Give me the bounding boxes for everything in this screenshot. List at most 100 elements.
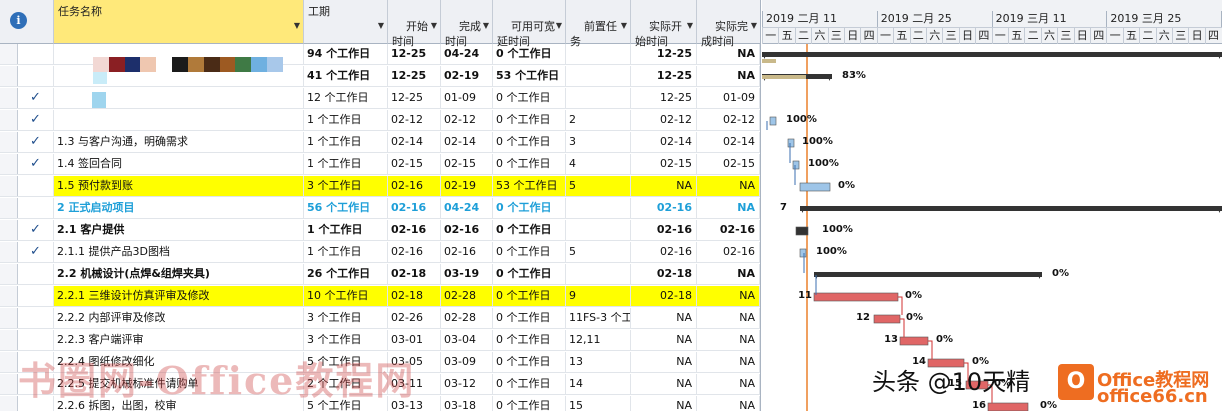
column-header-predecessors[interactable]: 前置任 务 ▼ — [566, 0, 631, 48]
column-header-slack[interactable]: 可用可宽 延时间 ▼ — [493, 0, 566, 48]
row-indicator[interactable] — [0, 66, 18, 86]
cell-start[interactable]: 12-25 — [388, 44, 441, 64]
task-row[interactable]: ✓ 1.3 与客户沟通，明确需求 1 个工作日 02-14 02-14 0 个工作日 3 02… — [0, 132, 760, 153]
row-indicator[interactable] — [0, 154, 18, 174]
cell-finish[interactable]: 04-24 — [441, 198, 493, 218]
cell-name[interactable]: 2.2.3 客户端评审 — [54, 330, 304, 350]
cell-slack[interactable]: 0 个工作日 — [493, 198, 566, 218]
cell-slack[interactable]: 0 个工作日 — [493, 374, 566, 394]
cell-actual-start[interactable]: 02-16 — [631, 220, 697, 240]
cell-actual-start[interactable]: 02-18 — [631, 264, 697, 284]
cell-actual-finish[interactable]: NA — [697, 66, 760, 86]
cell-actual-start[interactable]: 02-16 — [631, 198, 697, 218]
task-row[interactable]: 1.5 预付款到账 3 个工作日 02-16 02-19 53 个工作日 5 NA NA — [0, 176, 760, 197]
indicator-header[interactable]: i — [0, 0, 54, 44]
cell-name[interactable]: 2.2.1 三维设计仿真评审及修改 — [54, 286, 304, 306]
cell-pred[interactable]: 14 — [566, 374, 631, 394]
cell-pred[interactable]: 13 — [566, 352, 631, 372]
cell-pred[interactable] — [566, 44, 631, 64]
row-indicator[interactable] — [0, 396, 18, 411]
cell-duration[interactable]: 10 个工作日 — [304, 286, 388, 306]
cell-finish[interactable]: 02-28 — [441, 286, 493, 306]
cell-name[interactable]: 2.2.2 内部评审及修改 — [54, 308, 304, 328]
cell-finish[interactable]: 02-15 — [441, 154, 493, 174]
cell-start[interactable]: 02-16 — [388, 198, 441, 218]
cell-start[interactable]: 02-18 — [388, 264, 441, 284]
cell-pred[interactable] — [566, 264, 631, 284]
cell-slack[interactable]: 0 个工作日 — [493, 396, 566, 411]
cell-actual-finish[interactable]: NA — [697, 352, 760, 372]
row-indicator[interactable] — [0, 308, 18, 328]
cell-actual-start[interactable]: NA — [631, 374, 697, 394]
column-header-actual-start[interactable]: 实际开 始时间 ▼ — [631, 0, 697, 48]
cell-actual-finish[interactable]: NA — [697, 308, 760, 328]
cell-finish[interactable]: 02-16 — [441, 220, 493, 240]
cell-finish[interactable]: 03-19 — [441, 264, 493, 284]
cell-actual-finish[interactable]: 02-15 — [697, 154, 760, 174]
cell-name[interactable]: 2.1.1 提供产品3D图档 — [54, 242, 304, 262]
cell-start[interactable]: 02-16 — [388, 220, 441, 240]
cell-slack[interactable]: 0 个工作日 — [493, 242, 566, 262]
task-row[interactable]: ✓ 1.4 签回合同 1 个工作日 02-15 02-15 0 个工作日 4 02-15 02-… — [0, 154, 760, 175]
row-indicator[interactable] — [0, 286, 18, 306]
dropdown-arrow-icon[interactable]: ▼ — [687, 18, 693, 33]
row-indicator[interactable] — [0, 44, 18, 64]
cell-actual-start[interactable]: NA — [631, 396, 697, 411]
task-row[interactable]: ✓ 2.1 客户提供 1 个工作日 02-16 02-16 0 个工作日 02-16 02-1… — [0, 220, 760, 241]
column-header-start[interactable]: 开始 时间 ▼ — [388, 0, 441, 48]
cell-start[interactable]: 02-12 — [388, 110, 441, 130]
task-row[interactable]: 2.2.3 客户端评审 3 个工作日 03-01 03-04 0 个工作日 12,11 NA… — [0, 330, 760, 351]
row-indicator[interactable] — [0, 352, 18, 372]
dropdown-arrow-icon[interactable]: ▼ — [431, 18, 437, 33]
cell-actual-start[interactable]: 12-25 — [631, 66, 697, 86]
cell-pred[interactable] — [566, 198, 631, 218]
task-row[interactable]: 2.2 机械设计(点焊&组焊夹具) 26 个工作日 02-18 03-19 0 个工作日… — [0, 264, 760, 285]
cell-start[interactable]: 02-18 — [388, 286, 441, 306]
cell-actual-finish[interactable]: 01-09 — [697, 88, 760, 108]
cell-finish[interactable]: 02-19 — [441, 66, 493, 86]
gantt-chart[interactable]: 2019 二月 11 2019 二月 25 2019 三月 11 2019 三月 25… — [762, 0, 1222, 411]
row-indicator[interactable] — [0, 220, 18, 240]
cell-actual-finish[interactable]: 02-14 — [697, 132, 760, 152]
cell-pred[interactable]: 3 — [566, 132, 631, 152]
cell-actual-start[interactable]: 02-18 — [631, 286, 697, 306]
cell-actual-start[interactable]: 02-15 — [631, 154, 697, 174]
cell-slack[interactable]: 0 个工作日 — [493, 220, 566, 240]
cell-slack[interactable]: 0 个工作日 — [493, 330, 566, 350]
cell-finish[interactable]: 03-18 — [441, 396, 493, 411]
row-indicator[interactable] — [0, 110, 18, 130]
task-row[interactable]: 2 正式启动项目 56 个工作日 02-16 04-24 0 个工作日 02-16 NA — [0, 198, 760, 219]
cell-actual-start[interactable]: 12-25 — [631, 88, 697, 108]
cell-pred[interactable]: 15 — [566, 396, 631, 411]
cell-actual-start[interactable]: NA — [631, 308, 697, 328]
cell-finish[interactable]: 02-19 — [441, 176, 493, 196]
row-indicator[interactable] — [0, 242, 18, 262]
cell-pred[interactable]: 2 — [566, 110, 631, 130]
row-indicator[interactable] — [0, 264, 18, 284]
cell-pred[interactable] — [566, 220, 631, 240]
cell-slack[interactable]: 0 个工作日 — [493, 154, 566, 174]
cell-pred[interactable]: 5 — [566, 242, 631, 262]
cell-actual-start[interactable]: NA — [631, 352, 697, 372]
cell-name[interactable] — [54, 110, 304, 130]
cell-finish[interactable]: 03-09 — [441, 352, 493, 372]
dropdown-arrow-icon[interactable]: ▼ — [294, 18, 300, 33]
cell-duration[interactable]: 3 个工作日 — [304, 330, 388, 350]
row-indicator[interactable] — [0, 374, 18, 394]
cell-actual-start[interactable]: 02-12 — [631, 110, 697, 130]
cell-pred[interactable]: 11FS-3 个工 — [566, 308, 631, 328]
cell-finish[interactable]: 02-28 — [441, 308, 493, 328]
cell-slack[interactable]: 0 个工作日 — [493, 264, 566, 284]
cell-actual-start[interactable]: 02-14 — [631, 132, 697, 152]
cell-start[interactable]: 12-25 — [388, 66, 441, 86]
task-row[interactable]: 2.2.1 三维设计仿真评审及修改 10 个工作日 02-18 02-28 0 个工作日… — [0, 286, 760, 307]
cell-start[interactable]: 02-26 — [388, 308, 441, 328]
cell-duration[interactable]: 3 个工作日 — [304, 308, 388, 328]
cell-finish[interactable]: 04-24 — [441, 44, 493, 64]
cell-start[interactable]: 02-16 — [388, 242, 441, 262]
cell-slack[interactable]: 53 个工作日 — [493, 176, 566, 196]
task-row[interactable]: ✓ 1 个工作日 02-12 02-12 0 个工作日 2 02-12 02-12 — [0, 110, 760, 131]
cell-slack[interactable]: 0 个工作日 — [493, 308, 566, 328]
task-row[interactable]: ✓ 12 个工作日 12-25 01-09 0 个工作日 12-25 01-09 — [0, 88, 760, 109]
dropdown-arrow-icon[interactable]: ▼ — [483, 18, 489, 33]
